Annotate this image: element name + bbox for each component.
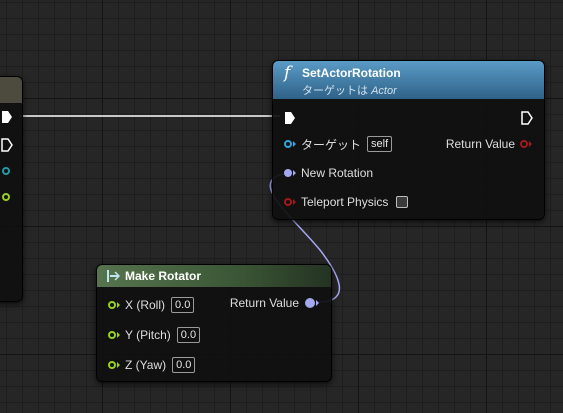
bool-pin-icon[interactable] [520,140,528,148]
target-label: ターゲット [301,137,362,152]
set-actor-rotation-node[interactable]: f SetActorRotation ターゲットは Actor ターゲット se… [272,60,545,220]
return-value-pin-row[interactable]: Return Value [446,135,532,153]
set-actor-rotation-header[interactable]: f SetActorRotation ターゲットは Actor [273,61,544,99]
teleport-physics-label: Teleport Physics [301,195,389,209]
exec-out-pin-icon[interactable] [521,111,533,125]
new-rotation-label: New Rotation [301,166,374,180]
return-value-label: Return Value [445,137,515,151]
float-pin-icon[interactable] [108,331,116,339]
y-pitch-label: Y (Pitch) [125,328,171,342]
exec-in-pin-icon[interactable] [284,111,296,125]
subtitle-target: Actor [371,85,397,97]
pin-arrow-icon [529,141,532,147]
z-yaw-label: Z (Yaw) [125,358,167,372]
float-pin-icon[interactable] [108,301,116,309]
pin-arrow-icon [316,300,319,306]
teleport-physics-pin-row[interactable]: Teleport Physics [284,193,409,211]
bool-pin-icon[interactable] [284,198,292,206]
rotator-pin-icon[interactable] [284,169,292,177]
float-pin-icon[interactable] [2,193,10,201]
make-struct-icon [107,270,120,282]
y-pitch-value-field[interactable]: 0.0 [176,327,201,343]
make-rotator-node[interactable]: Make Rotator X (Roll) 0.0 Return Value Y… [96,264,332,382]
node-title: SetActorRotation [302,66,401,80]
pin-arrow-icon [117,302,120,308]
x-roll-value-field[interactable]: 0.0 [171,297,195,313]
x-roll-pin-row[interactable]: X (Roll) 0.0 [108,296,195,314]
make-return-value-pin-row[interactable]: Return Value [230,294,319,312]
y-pitch-pin-row[interactable]: Y (Pitch) 0.0 [108,326,201,344]
pin-arrow-icon [293,170,296,176]
float-pin-icon[interactable] [108,361,116,369]
x-roll-label: X (Roll) [125,298,166,312]
new-rotation-pin-row[interactable]: New Rotation [284,164,373,182]
pin-arrow-icon [293,199,296,205]
node-title: Make Rotator [125,269,202,283]
return-value-label: Return Value [229,296,299,310]
exec-out-pin-filled-icon[interactable] [1,110,13,124]
left-partial-node[interactable] [0,76,23,302]
rotator-pin-icon[interactable] [305,298,315,308]
target-pin-row[interactable]: ターゲット self [284,135,393,153]
object-pin-icon[interactable] [284,140,292,148]
target-value-field[interactable]: self [367,136,393,152]
make-rotator-header[interactable]: Make Rotator [97,265,331,287]
z-yaw-pin-row[interactable]: Z (Yaw) 0.0 [108,356,196,374]
pin-arrow-icon [293,141,296,147]
node-subtitle: ターゲットは Actor [302,82,397,98]
object-pin-icon[interactable] [2,167,10,175]
subtitle-prefix: ターゲットは [302,85,372,97]
z-yaw-value-field[interactable]: 0.0 [172,357,196,373]
pin-arrow-icon [117,362,120,368]
pin-arrow-icon [117,332,120,338]
left-partial-node-header [0,77,22,103]
function-f-icon: f [284,63,291,83]
teleport-physics-checkbox[interactable] [396,196,409,208]
exec-out-pin-hollow-icon[interactable] [1,138,13,152]
